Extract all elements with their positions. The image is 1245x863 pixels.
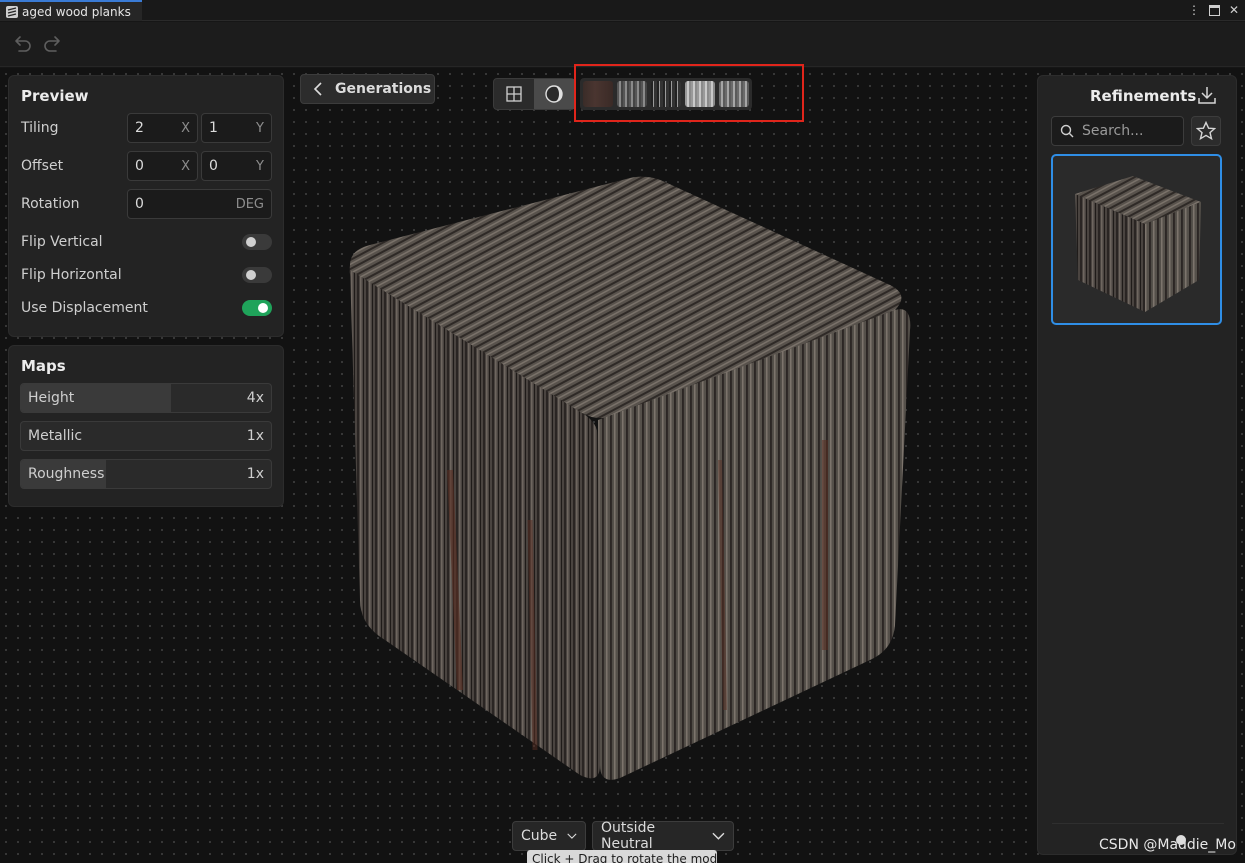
watermark-text: CSDN @Maddie_Mo — [1099, 837, 1236, 853]
metallic-slider[interactable]: Metallic 1x — [20, 421, 272, 451]
maps-title: Maps — [21, 357, 66, 375]
redo-icon[interactable] — [42, 33, 64, 55]
flip-horizontal-toggle[interactable] — [242, 267, 272, 283]
offset-x-value: 0 — [135, 158, 144, 174]
more-options-icon[interactable]: ⋮ — [1187, 2, 1201, 18]
rotation-unit: DEG — [235, 196, 264, 212]
material-icon — [6, 5, 18, 18]
roughness-slider[interactable]: Roughness 1x — [20, 459, 272, 489]
highlight-box — [574, 64, 804, 122]
wood-cube-model[interactable] — [330, 170, 920, 790]
tiling-y-value: 1 — [209, 120, 218, 136]
grid-view-button[interactable] — [494, 79, 534, 109]
tiling-x-unit: X — [181, 120, 190, 136]
flip-vertical-toggle[interactable] — [242, 234, 272, 250]
offset-y-unit: Y — [256, 158, 264, 174]
rotate-tooltip: Click + Drag to rotate the model — [527, 850, 717, 863]
title-bar: aged wood planks ⋮ ✕ — [0, 0, 1245, 21]
preview-title: Preview — [21, 87, 89, 105]
flip-horizontal-label: Flip Horizontal — [21, 267, 122, 283]
shape-dropdown-value: Cube — [521, 828, 558, 844]
shape-dropdown[interactable]: Cube — [512, 821, 586, 851]
document-tab[interactable]: aged wood planks — [0, 0, 142, 21]
tiling-y-unit: Y — [256, 120, 264, 136]
use-displacement-toggle[interactable] — [242, 300, 272, 316]
view-mode-group — [493, 78, 575, 110]
panel-divider — [1052, 823, 1224, 824]
preview-panel: Preview Tiling 2 X 1 Y Offset 0 X 0 Y Ro… — [8, 75, 284, 337]
metallic-value: 1x — [246, 428, 264, 444]
download-icon[interactable] — [1197, 85, 1217, 105]
height-value: 4x — [246, 390, 264, 406]
toolbar — [0, 22, 1245, 67]
maps-panel: Maps Height 4x Metallic 1x Roughness 1x — [8, 345, 284, 507]
search-icon — [1060, 124, 1074, 138]
height-slider[interactable]: Height 4x — [20, 383, 272, 413]
refinement-cube-thumb — [1075, 176, 1201, 312]
refinements-title: Refinements — [1090, 87, 1197, 105]
search-placeholder: Search... — [1082, 123, 1144, 139]
scroll-indicator[interactable] — [1176, 835, 1186, 845]
rotation-field[interactable]: 0 DEG — [127, 189, 272, 219]
undo-icon[interactable] — [11, 33, 33, 55]
maximize-icon[interactable] — [1207, 2, 1221, 18]
tiling-label: Tiling — [21, 120, 59, 136]
chevron-down-icon — [712, 832, 725, 840]
tab-title: aged wood planks — [22, 4, 131, 19]
chevron-down-icon — [567, 833, 577, 839]
close-icon[interactable]: ✕ — [1227, 2, 1241, 18]
offset-y-field[interactable]: 0 Y — [201, 151, 272, 181]
favorite-button[interactable] — [1191, 116, 1221, 146]
generations-back-button[interactable]: Generations — [300, 74, 435, 104]
refinement-thumbnail[interactable] — [1051, 154, 1222, 325]
offset-y-value: 0 — [209, 158, 218, 174]
lighting-dropdown[interactable]: Outside Neutral — [592, 820, 734, 852]
chevron-left-icon — [313, 82, 322, 96]
generations-label: Generations — [335, 81, 432, 97]
flip-vertical-label: Flip Vertical — [21, 234, 103, 250]
rotation-value: 0 — [135, 196, 144, 212]
tiling-y-field[interactable]: 1 Y — [201, 113, 272, 143]
search-input[interactable]: Search... — [1051, 116, 1184, 146]
star-icon — [1196, 121, 1216, 141]
offset-x-field[interactable]: 0 X — [127, 151, 198, 181]
sphere-view-button[interactable] — [534, 79, 574, 109]
height-label: Height — [28, 390, 75, 406]
metallic-label: Metallic — [28, 428, 83, 444]
roughness-value: 1x — [246, 466, 264, 482]
sphere-view-icon — [545, 85, 563, 103]
tiling-x-field[interactable]: 2 X — [127, 113, 198, 143]
roughness-label: Roughness — [28, 466, 105, 482]
offset-label: Offset — [21, 158, 64, 174]
lighting-dropdown-value: Outside Neutral — [601, 820, 656, 852]
tiling-x-value: 2 — [135, 120, 144, 136]
rotation-label: Rotation — [21, 196, 80, 212]
grid-view-icon — [506, 86, 522, 102]
offset-x-unit: X — [181, 158, 190, 174]
use-displacement-label: Use Displacement — [21, 300, 148, 316]
